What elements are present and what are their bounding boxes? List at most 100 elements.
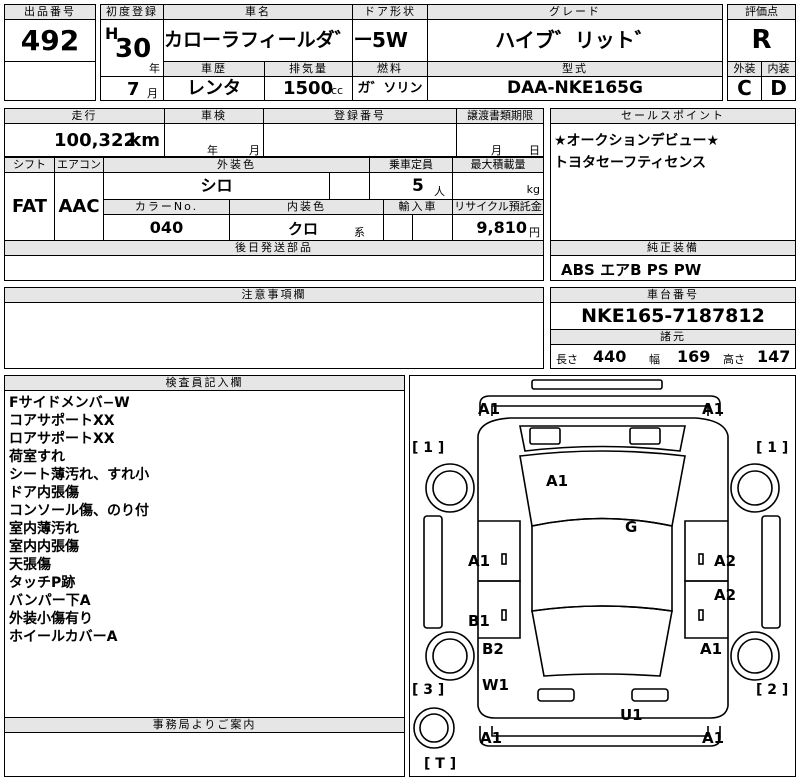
fuel-label: 燃料 <box>352 61 428 77</box>
note-line: 外装小傷有り <box>9 611 93 627</box>
recycle-label: リサイクル預託金 <box>452 199 544 215</box>
corner-label: [ 1 ] <box>412 440 445 456</box>
right-sill <box>761 515 781 629</box>
damage-mark: A1 <box>468 552 491 570</box>
front-right-door <box>684 520 728 582</box>
ext-grade-label: 外装 <box>727 61 762 77</box>
selling-points-label: セールスポイント <box>550 108 796 124</box>
transfer-day-unit: 日 <box>529 144 540 157</box>
int-color-cell: クロ 系 <box>229 214 384 241</box>
note-line: タッチP跡 <box>9 575 76 591</box>
mileage-cell: 100,322 km <box>4 123 165 157</box>
damage-mark: A1 <box>478 400 501 418</box>
specs-cell: 長さ 440 幅 169 高さ 147 <box>550 344 796 369</box>
reg-month-unit: 月 <box>147 87 158 100</box>
height-label: 高さ <box>723 353 745 366</box>
ext-color: シロ <box>103 172 330 200</box>
condition-diagram: A1 A1 A1 G A1 A2 A2 B1 B2 A1 W1 U1 A1 A1… <box>409 375 796 777</box>
capacity-label: 乗車定員 <box>369 157 453 173</box>
ext-color-aux <box>329 172 370 200</box>
later-parts-cell <box>4 255 544 281</box>
capacity-unit: 人 <box>434 185 445 198</box>
selling-point-1: ★オークションデビュー★ <box>554 133 720 149</box>
office-label: 事務局よりご案内 <box>4 717 405 733</box>
model-code: DAA-NKE165G <box>427 76 723 101</box>
grade: ハイブ゛リット゛ <box>427 19 723 62</box>
damage-mark: W1 <box>482 676 509 694</box>
transfer-cell: 月 日 <box>456 123 544 157</box>
capacity: 5 <box>412 176 424 196</box>
int-color-label: 内装色 <box>229 199 384 215</box>
selling-points-cell: ★オークションデビュー★ トヨタセーフティセンス <box>550 123 796 241</box>
color-no-label: カラーNo. <box>103 199 230 215</box>
inspector-label: 検査員記入欄 <box>4 375 405 391</box>
damage-mark: A1 <box>702 400 725 418</box>
car-name: カローラフィールダ゛ー <box>163 19 373 62</box>
displacement-unit: cc <box>331 84 344 97</box>
damage-mark: A1 <box>546 472 569 490</box>
specs-label: 諸元 <box>550 329 796 345</box>
int-grade-label: 内装 <box>761 61 796 77</box>
note-line: 天張傷 <box>9 557 51 573</box>
shift: FAT <box>4 172 55 241</box>
door-type: 5W <box>352 19 428 62</box>
damage-mark: A1 <box>480 729 503 747</box>
int-color: クロ <box>288 220 319 238</box>
transfer-label: 譲渡書類期限 <box>456 108 544 124</box>
office-cell <box>4 732 405 777</box>
damage-mark: U1 <box>620 706 643 724</box>
chassis-number: NKE165-7187812 <box>550 302 796 330</box>
import-cell <box>383 214 413 241</box>
capacity-cell: 5 人 <box>369 172 453 200</box>
inspection-month-unit: 月 <box>249 144 260 157</box>
ext-grade: C <box>727 76 762 101</box>
damage-mark: A2 <box>714 552 737 570</box>
history: レンタ <box>163 76 265 101</box>
selling-point-2: トヨタセーフティセンス <box>554 155 707 171</box>
mileage: 100,322 <box>54 130 136 151</box>
recycle-cell: 9,810 円 <box>452 214 544 241</box>
corner-label: [ 2 ] <box>756 682 789 698</box>
damage-mark: B2 <box>482 640 504 658</box>
displacement: 1500 <box>283 78 334 99</box>
load-unit: kg <box>526 183 540 196</box>
history-label: 車歴 <box>163 61 265 77</box>
inspector-notes: Fサイドメンバ−W コアサポートXX ロアサポートXX 荷室すれ シート薄汚れ、… <box>4 390 405 718</box>
door-label: ドア形状 <box>352 4 428 20</box>
reg-number-label: 登録番号 <box>263 108 457 124</box>
caution-label: 注意事項欄 <box>4 287 544 303</box>
int-grade: D <box>761 76 796 101</box>
note-line: Fサイドメンバ−W <box>9 395 130 411</box>
note-line: バンパー下A <box>9 593 91 609</box>
damage-mark: A2 <box>714 586 737 604</box>
genuine-equipment-label: 純正装備 <box>550 240 796 256</box>
inspection-year-unit: 年 <box>207 144 218 157</box>
first-reg-month-cell: 7 月 <box>100 76 164 101</box>
caution-cell <box>4 302 544 369</box>
note-line: 室内薄汚れ <box>9 521 79 537</box>
length-label: 長さ <box>556 353 578 366</box>
mileage-unit: km <box>129 130 160 151</box>
note-line: コアサポートXX <box>9 413 115 429</box>
corner-label: [ 3 ] <box>412 682 445 698</box>
note-line: コンソール傷、のり付 <box>9 503 149 519</box>
lot-blank <box>4 61 96 101</box>
rear-mirror-bar <box>531 379 663 390</box>
width-label: 幅 <box>649 353 660 366</box>
transfer-month-unit: 月 <box>491 144 502 157</box>
fuel: ガ゛ソリン <box>352 76 428 101</box>
color-no: 040 <box>103 214 230 241</box>
import-cell-2 <box>412 214 453 241</box>
left-sill <box>423 515 443 629</box>
reg-year-unit: 年 <box>149 62 160 75</box>
windshield <box>519 450 686 527</box>
reg-year: 30 <box>115 34 152 64</box>
height: 147 <box>757 347 791 366</box>
ext-color-label: 外装色 <box>103 157 370 173</box>
rear-left-lamp <box>537 688 575 702</box>
body-outline <box>477 417 729 719</box>
model-label: 型式 <box>427 61 723 77</box>
damage-mark: G <box>625 518 638 536</box>
note-line: ホイールカバーA <box>9 629 118 645</box>
mileage-label: 走行 <box>4 108 165 124</box>
